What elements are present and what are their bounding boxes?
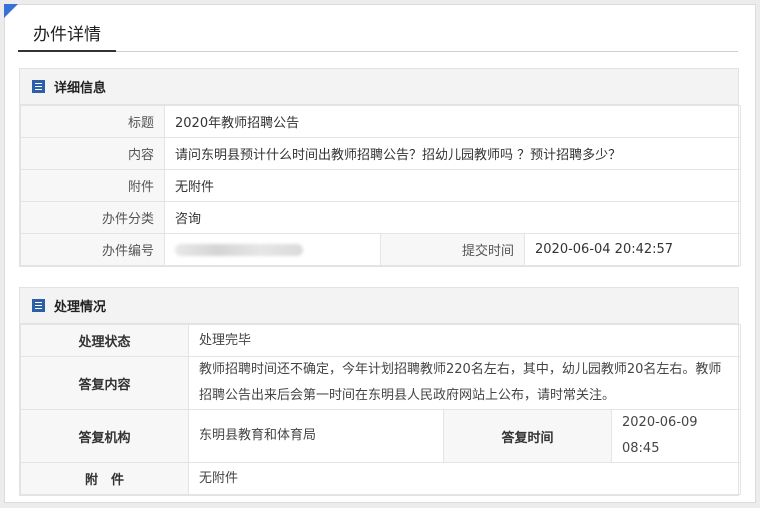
- subject-label: 标题: [20, 105, 165, 138]
- detail-section-header: 详细信息: [20, 69, 738, 105]
- case-number-value: [164, 233, 381, 266]
- corner-triangle-icon: [4, 4, 18, 18]
- reply-org-value: 东明县教育和体育局: [188, 409, 444, 463]
- handling-attachment-label: 附 件: [20, 462, 189, 495]
- detail-table: 标题 2020年教师招聘公告 内容 请问东明县预计什么时间出教师招聘公告？招幼儿…: [20, 105, 742, 266]
- status-label: 处理状态: [20, 324, 189, 357]
- category-label: 办件分类: [20, 201, 165, 234]
- document-list-icon: [32, 80, 45, 93]
- table-row: 办件编号 提交时间 2020-06-04 20:42:57: [20, 233, 742, 266]
- detail-section: 详细信息 标题 2020年教师招聘公告 内容 请问东明县预计什么时间出教师招聘公…: [19, 68, 742, 267]
- handling-attachment-value: 无附件: [187, 462, 742, 495]
- table-row: 内容 请问东明县预计什么时间出教师招聘公告？招幼儿园教师吗 ？预计招聘多少？: [20, 137, 742, 170]
- table-row: 答复内容 教师招聘时间还不确定，今年计划招聘教师220名左右，其中，幼儿园教师2…: [20, 356, 742, 410]
- reply-time-value: 2020-06-09 08:45: [610, 409, 742, 463]
- table-row: 标题 2020年教师招聘公告: [20, 105, 742, 138]
- attachment-label: 附件: [20, 169, 165, 202]
- handling-section-title: 处理情况: [54, 300, 107, 315]
- content-value: 请问东明县预计什么时间出教师招聘公告？招幼儿园教师吗 ？预计招聘多少？: [163, 137, 742, 170]
- status-value: 处理完毕: [187, 324, 742, 357]
- page-title: 办件详情: [18, 22, 116, 52]
- subject-value: 2020年教师招聘公告: [163, 105, 742, 138]
- reply-time-label: 答复时间: [443, 409, 612, 463]
- submit-time-value: 2020-06-04 20:42:57: [523, 233, 742, 266]
- table-row: 答复机构 东明县教育和体育局 答复时间 2020-06-09 08:45: [20, 409, 742, 463]
- page-title-bar: 办件详情: [18, 22, 738, 52]
- attachment-value: 无附件: [163, 169, 742, 202]
- category-value: 咨询: [163, 201, 742, 234]
- case-number-label: 办件编号: [20, 233, 165, 266]
- document-list-icon: [32, 299, 45, 312]
- table-row: 附件 无附件: [20, 169, 742, 202]
- table-row: 处理状态 处理完毕: [20, 324, 742, 357]
- reply-content-value: 教师招聘时间还不确定，今年计划招聘教师220名左右，其中，幼儿园教师20名左右。…: [187, 356, 742, 410]
- submit-time-label: 提交时间: [380, 233, 525, 266]
- detail-section-title: 详细信息: [54, 81, 107, 96]
- reply-content-label: 答复内容: [20, 356, 189, 410]
- content-label: 内容: [20, 137, 165, 170]
- reply-org-label: 答复机构: [20, 409, 189, 463]
- table-row: 附 件 无附件: [20, 462, 742, 495]
- redacted-case-number: [175, 243, 303, 256]
- table-row: 办件分类 咨询: [20, 201, 742, 234]
- handling-section-header: 处理情况: [20, 288, 738, 324]
- handling-table: 处理状态 处理完毕 答复内容 教师招聘时间还不确定，今年计划招聘教师220名左右…: [20, 324, 742, 495]
- handling-section: 处理情况 处理状态 处理完毕 答复内容 教师招聘时间还不确定，今年计划招聘教师2…: [19, 287, 742, 496]
